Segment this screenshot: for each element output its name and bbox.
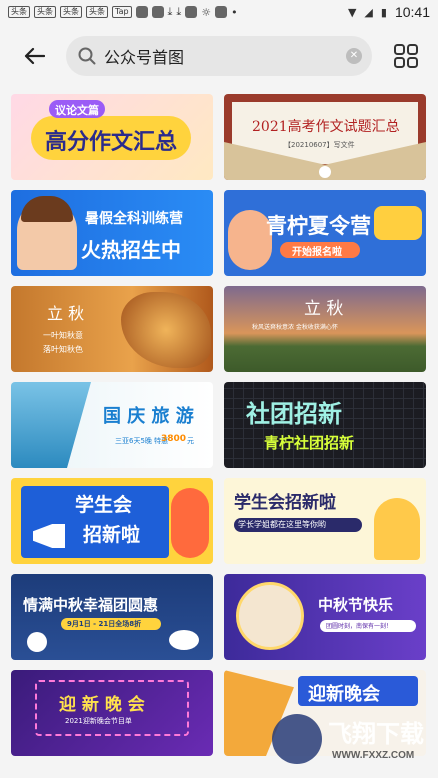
notification-chip: 头条	[8, 6, 30, 18]
card-title-secondary: 招新啦	[83, 524, 141, 546]
watermark-url: WWW.FXXZ.COM	[332, 750, 415, 761]
card-line: 秋风送爽秋意浓 金秋收获满心怀	[252, 324, 338, 331]
price-unit: 元	[187, 437, 194, 445]
more-dot-icon: •	[231, 5, 238, 19]
app-notification-icon	[215, 6, 228, 18]
app-notification-icon	[135, 6, 148, 18]
card-subtitle: 【20210607】写文件	[284, 141, 355, 149]
person-with-telescope-illustration	[374, 498, 420, 560]
signal-icon: ◢	[364, 5, 373, 19]
card-title: 社团招新	[246, 400, 342, 428]
card-title: 2021高考作文试题汇总	[252, 119, 400, 135]
download-icon: ⤓	[176, 5, 182, 18]
app-notification-icon	[185, 6, 198, 18]
template-card[interactable]: 议论文篇 高分作文汇总	[11, 94, 213, 180]
card-line: 落叶知秋色	[43, 345, 83, 354]
status-bar: 头条 头条 头条 头条 Tap ⤓ ⤓ ☼ • ▼ ◢ ▮ 10:41	[0, 0, 438, 24]
template-card[interactable]: 情满中秋幸福团圆惠 9月1日 - 21日全场8折	[11, 574, 213, 660]
template-card[interactable]: 立 秋 秋风送爽秋意浓 金秋收获满心怀	[224, 286, 426, 372]
app-notification-icon: ☼	[201, 5, 212, 19]
template-card[interactable]: 学生会招新啦 学长学姐都在这里等你哟	[224, 478, 426, 564]
hair	[21, 196, 73, 222]
template-card[interactable]: 社团招新 青柠社团招新	[224, 382, 426, 468]
maple-leaf-illustration	[121, 292, 211, 368]
grid-view-button[interactable]	[392, 42, 420, 70]
student-illustration	[171, 488, 209, 558]
card-title: 学生会	[75, 494, 133, 516]
arrow-left-icon	[24, 47, 45, 65]
card-title-secondary: 火热招生中	[81, 238, 181, 262]
site-watermark: 飞翔下载 WWW.FXXZ.COM	[272, 710, 432, 776]
family-photo	[236, 582, 304, 650]
clear-search-button[interactable]: ✕	[346, 48, 362, 64]
rabbit-illustration	[169, 630, 199, 650]
template-card[interactable]: 迎 新 晚 会 2021迎新晚会节目单	[11, 670, 213, 756]
price-value: 3800	[161, 434, 187, 444]
notification-icons: 头条 头条 头条 头条 Tap ⤓ ⤓ ☼ •	[8, 5, 238, 19]
card-title: 立 秋	[304, 299, 344, 319]
card-subtitle: 9月1日 - 21日全场8折	[67, 620, 142, 628]
template-card[interactable]: 中秋节快乐 团圆时刻，南保有一刻！	[224, 574, 426, 660]
notification-chip: 头条	[86, 6, 108, 18]
template-grid: 议论文篇 高分作文汇总 2021高考作文试题汇总 【20210607】写文件 暑…	[0, 88, 438, 778]
card-subtitle: 2021迎新晚会节目单	[65, 717, 132, 725]
notification-chip: 头条	[60, 6, 82, 18]
card-title: 暑假全科训练营	[85, 211, 183, 227]
card-title: 迎 新 晚 会	[59, 695, 145, 715]
watermark-text: 飞翔下载	[328, 720, 424, 748]
template-card[interactable]: 暑假全科训练营 火热招生中	[11, 190, 213, 276]
card-title: 中秋节快乐	[318, 596, 394, 614]
top-bar: 公众号首图 ✕	[0, 24, 438, 88]
card-title: 学生会招新啦	[234, 493, 336, 513]
notification-chip: Tap	[112, 6, 132, 18]
trumpet-illustration	[374, 206, 422, 240]
search-input[interactable]: 公众号首图	[104, 44, 184, 68]
battery-icon: ▮	[380, 5, 387, 19]
card-title: 青柠夏令营	[266, 214, 371, 238]
seal-dot	[319, 166, 331, 178]
card-title: 立 秋	[47, 304, 85, 323]
card-subtitle: 学长学姐都在这里等你哟	[238, 520, 326, 529]
back-button[interactable]	[18, 40, 50, 72]
card-title: 国 庆 旅 游	[103, 406, 194, 427]
download-icon: ⤓	[167, 5, 173, 18]
template-card[interactable]: 学生会 招新啦	[11, 478, 213, 564]
card-title: 高分作文汇总	[45, 130, 178, 155]
card-line: 一叶知秋意	[43, 331, 83, 340]
tag-label: 议论文篇	[55, 104, 99, 117]
close-icon: ✕	[349, 50, 359, 61]
template-card[interactable]: 立 秋 一叶知秋意 落叶知秋色	[11, 286, 213, 372]
cta-label: 开始报名啦	[292, 247, 342, 258]
grid-icon	[394, 44, 418, 68]
watermark-logo-icon	[272, 714, 322, 764]
clock: 10:41	[394, 4, 430, 20]
search-icon	[78, 47, 96, 65]
travel-photo	[11, 382, 91, 468]
card-subtitle: 青柠社团招新	[264, 434, 355, 452]
template-card[interactable]: 青柠夏令营 开始报名啦	[224, 190, 426, 276]
app-notification-icon	[151, 6, 164, 18]
search-bar[interactable]: 公众号首图 ✕	[66, 36, 372, 76]
notification-chip: 头条	[34, 6, 56, 18]
card-title: 情满中秋幸福团圆惠	[23, 596, 159, 614]
template-card[interactable]: 国 庆 旅 游 三亚6天5晚 特惠 3800 元	[11, 382, 213, 468]
template-card[interactable]: 2021高考作文试题汇总 【20210607】写文件	[224, 94, 426, 180]
card-title: 迎新晚会	[308, 684, 380, 705]
card-subtitle: 团圆时刻，南保有一刻！	[326, 623, 393, 630]
rabbit-illustration	[27, 632, 47, 652]
wifi-icon: ▼	[347, 5, 357, 19]
